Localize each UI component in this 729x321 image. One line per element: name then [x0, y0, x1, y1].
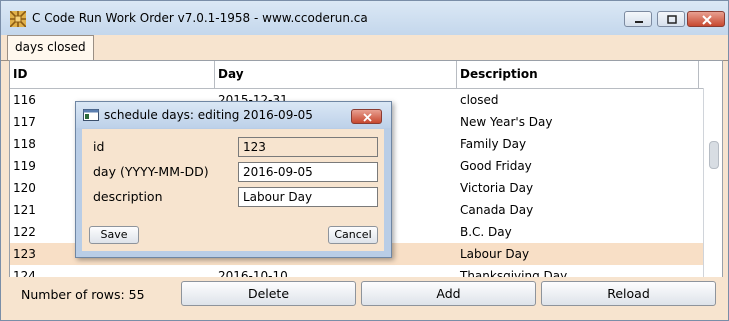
cell-description: Labour Day: [460, 247, 530, 261]
maximize-button[interactable]: [657, 11, 685, 27]
delete-button[interactable]: Delete: [181, 281, 356, 306]
minimize-icon: [635, 21, 643, 23]
cell-description: New Year's Day: [460, 115, 553, 129]
row-count: Number of rows: 55: [21, 287, 145, 302]
edit-dialog: schedule days: editing 2016-09-05 id 123…: [75, 101, 392, 258]
id-label: id: [93, 139, 105, 154]
column-header-id[interactable]: ID: [10, 61, 215, 88]
status-bar: Number of rows: 55 Delete Add Reload: [1, 277, 728, 320]
cell-description: Victoria Day: [460, 181, 534, 195]
cell-description: Canada Day: [460, 203, 534, 217]
save-button[interactable]: Save: [89, 226, 139, 244]
maximize-icon: [667, 15, 677, 24]
day-input[interactable]: 2016-09-05: [238, 162, 378, 182]
scrollbar-thumb[interactable]: [709, 141, 719, 169]
table-vertical-scrollbar[interactable]: [703, 88, 722, 277]
add-button[interactable]: Add: [361, 281, 536, 306]
app-icon: [10, 11, 26, 27]
dialog-close-icon: [363, 113, 372, 122]
description-label: description: [93, 189, 163, 204]
day-label: day (YYYY-MM-DD): [93, 164, 209, 179]
cell-description: Family Day: [460, 137, 527, 151]
column-header-day[interactable]: Day: [215, 61, 457, 88]
table-header: ID Day Description: [10, 61, 722, 89]
description-input[interactable]: Labour Day: [238, 187, 378, 207]
id-field[interactable]: 123: [238, 137, 378, 157]
cell-description: closed: [460, 93, 499, 107]
dialog-title: schedule days: editing 2016-09-05: [104, 108, 313, 122]
dialog-window-icon: [83, 109, 99, 121]
dialog-close-button[interactable]: [351, 109, 382, 124]
column-header-description[interactable]: Description: [457, 61, 699, 88]
cell-description: Good Friday: [460, 159, 532, 173]
minimize-button[interactable]: [624, 11, 652, 27]
close-button[interactable]: [687, 11, 725, 27]
window-title: C Code Run Work Order v7.0.1-1958 - www.…: [32, 11, 368, 25]
dialog-body: id 123 day (YYYY-MM-DD) 2016-09-05 descr…: [82, 129, 384, 251]
cell-description: B.C. Day: [460, 225, 512, 239]
cancel-button[interactable]: Cancel: [328, 226, 378, 244]
tab-days-closed[interactable]: days closed: [7, 35, 94, 60]
reload-button[interactable]: Reload: [541, 281, 716, 306]
dialog-title-bar[interactable]: schedule days: editing 2016-09-05: [76, 102, 391, 128]
tab-bar: days closed: [1, 35, 728, 61]
close-icon: [702, 15, 712, 25]
title-bar[interactable]: C Code Run Work Order v7.0.1-1958 - www.…: [1, 1, 728, 35]
